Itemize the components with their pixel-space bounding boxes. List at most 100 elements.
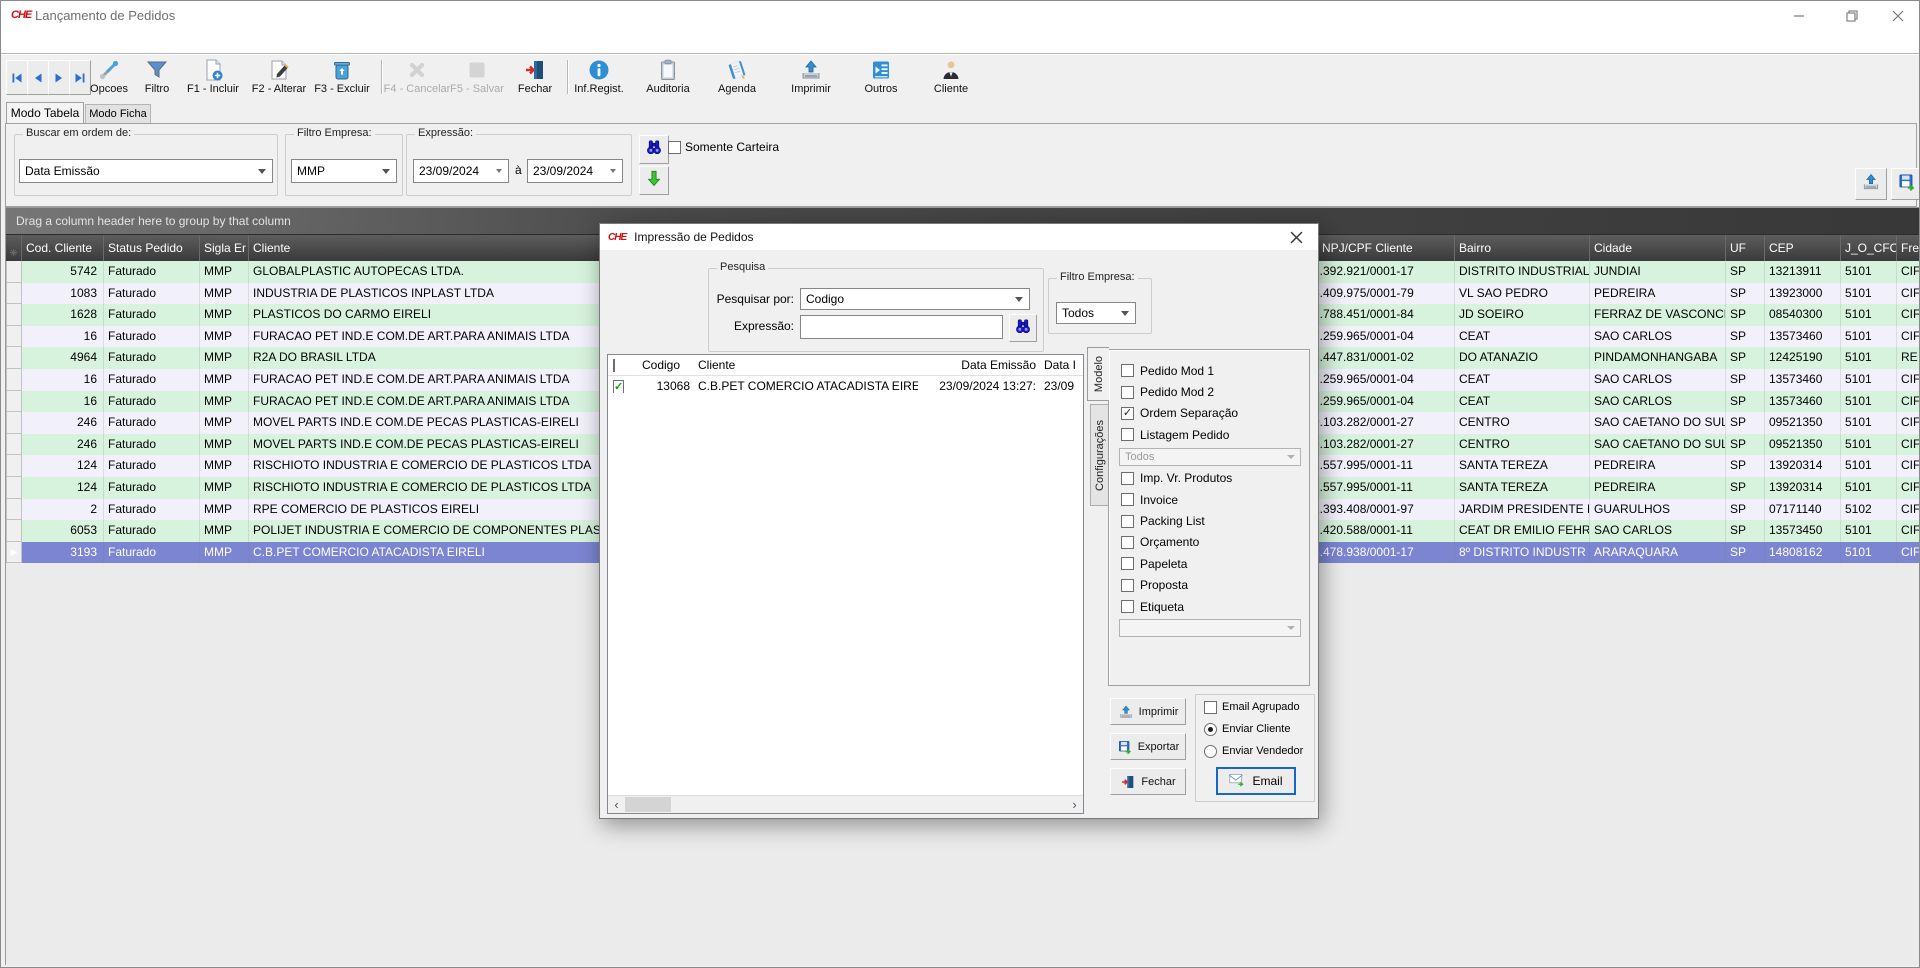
- option-checkbox[interactable]: [1121, 386, 1134, 399]
- enviar-vendedor-radio[interactable]: [1204, 745, 1217, 758]
- option-dropdown: [1119, 619, 1301, 637]
- column-header-uf[interactable]: UF: [1726, 235, 1765, 261]
- row-indicator: [6, 477, 22, 499]
- horizontal-scrollbar[interactable]: ‹ ›: [608, 795, 1083, 813]
- dialog-empresa-select[interactable]: Todos: [1056, 302, 1136, 324]
- email-agrupado-checkbox[interactable]: [1204, 701, 1217, 714]
- option-pedido-mod-1[interactable]: Pedido Mod 1: [1109, 360, 1309, 381]
- option-imp-vr-produtos[interactable]: Imp. Vr. Produtos: [1109, 468, 1309, 489]
- pesquisar-por-select[interactable]: Codigo: [800, 288, 1030, 310]
- option-pedido-mod-2[interactable]: Pedido Mod 2: [1109, 381, 1309, 402]
- expressao-input[interactable]: [800, 315, 1003, 339]
- option-ordem-separa-o[interactable]: ✓Ordem Separação: [1109, 403, 1309, 424]
- cell-cep: 13213911: [1765, 261, 1841, 283]
- close-icon[interactable]: [1274, 224, 1318, 250]
- filtro-empresa-select[interactable]: MMP: [291, 159, 397, 183]
- imprimir-button[interactable]: Imprimir: [1110, 698, 1186, 725]
- export-mini-button[interactable]: [1891, 168, 1920, 200]
- column-header-j-o-cfoi[interactable]: J_O_CFOI: [1841, 235, 1897, 261]
- save-icon: [465, 57, 489, 82]
- minimize-icon[interactable]: [1776, 1, 1822, 31]
- option-checkbox[interactable]: [1121, 536, 1134, 549]
- dialog-column-codigo[interactable]: Codigo: [634, 358, 694, 372]
- email-agrupado-option[interactable]: Email Agrupado: [1196, 697, 1314, 717]
- export-down-button[interactable]: [639, 166, 669, 195]
- tab-modo-ficha[interactable]: Modo Ficha: [85, 104, 151, 123]
- cell-cidade: SAO CARLOS: [1590, 391, 1726, 413]
- column-header-sigla-er[interactable]: Sigla Er: [200, 235, 249, 261]
- option-papeleta[interactable]: Papeleta: [1109, 553, 1309, 574]
- cell-frete: CIF: [1897, 283, 1920, 305]
- exportar-button[interactable]: Exportar: [1110, 733, 1186, 760]
- email-button[interactable]: Email: [1216, 767, 1296, 795]
- dialog-search-button[interactable]: [1009, 314, 1037, 342]
- scroll-right-icon[interactable]: ›: [1066, 796, 1083, 813]
- option-or-amento[interactable]: Orçamento: [1109, 532, 1309, 553]
- cell-cep: 13573450: [1765, 520, 1841, 542]
- scrollbar-thumb[interactable]: [625, 797, 671, 812]
- option-listagem-pedido[interactable]: Listagem Pedido: [1109, 424, 1309, 445]
- dialog-column-data-emiss-o[interactable]: Data Emissão: [918, 358, 1040, 372]
- option-checkbox[interactable]: [1121, 428, 1134, 441]
- toolbar-button-cliente[interactable]: Cliente: [906, 57, 996, 99]
- column-header-status-pedido[interactable]: Status Pedido: [104, 235, 200, 261]
- row-indicator: [6, 412, 22, 434]
- option-proposta[interactable]: Proposta: [1109, 575, 1309, 596]
- option-checkbox[interactable]: [1121, 472, 1134, 485]
- column-header-bairro[interactable]: Bairro: [1455, 235, 1590, 261]
- close-icon[interactable]: [1875, 1, 1920, 31]
- option-checkbox[interactable]: [1121, 493, 1134, 506]
- search-button[interactable]: [639, 135, 669, 164]
- column-header-cod-cliente[interactable]: Cod. Cliente: [22, 235, 104, 261]
- buscar-ordem-select[interactable]: Data Emissão: [19, 159, 273, 183]
- select-all-checkbox[interactable]: [613, 359, 615, 372]
- enviar-cliente-option[interactable]: Enviar Cliente: [1196, 719, 1314, 739]
- somente-carteira-option[interactable]: Somente Carteira: [668, 140, 779, 154]
- column-header-npj-cpf-cliente[interactable]: NPJ/CPF Cliente: [1318, 235, 1455, 261]
- dialog-column-cliente[interactable]: Cliente: [694, 358, 918, 372]
- chevron-down-icon: [1287, 626, 1295, 630]
- tab-strip: Modo Tabela Modo Ficha: [1, 100, 1920, 123]
- scroll-left-icon[interactable]: ‹: [608, 796, 625, 813]
- side-tab-modelo[interactable]: Modelo: [1087, 347, 1109, 401]
- info-icon: [587, 57, 611, 82]
- cell-bairro: CEAT DR EMILIO FEHR: [1455, 520, 1590, 542]
- date-from-field[interactable]: 23/09/2024: [413, 159, 509, 183]
- nav-prev-button[interactable]: [27, 60, 49, 95]
- exit-icon: [523, 57, 547, 82]
- dialog-column-data-i[interactable]: Data I: [1040, 358, 1084, 372]
- option-label: Pedido Mod 1: [1140, 364, 1214, 378]
- option-invoice[interactable]: Invoice: [1109, 489, 1309, 510]
- column-header-cidade[interactable]: Cidade: [1590, 235, 1726, 261]
- fechar-button[interactable]: Fechar: [1110, 768, 1186, 795]
- nav-first-button[interactable]: [6, 60, 28, 95]
- restore-icon[interactable]: [1829, 1, 1875, 31]
- enviar-cliente-radio[interactable]: [1204, 723, 1217, 736]
- save-export-icon: [1897, 172, 1917, 197]
- column-header-cep[interactable]: CEP: [1765, 235, 1841, 261]
- enviar-vendedor-option[interactable]: Enviar Vendedor: [1196, 741, 1314, 761]
- date-to-field[interactable]: 23/09/2024: [527, 159, 623, 183]
- option-checkbox[interactable]: [1121, 515, 1134, 528]
- option-checkbox[interactable]: ✓: [1121, 407, 1134, 420]
- row-checkbox[interactable]: ✓: [613, 380, 624, 393]
- grid-indicator-header[interactable]: [6, 235, 22, 261]
- option-packing-list[interactable]: Packing List: [1109, 510, 1309, 531]
- tab-modo-tabela[interactable]: Modo Tabela: [6, 102, 84, 123]
- trash-icon: [330, 57, 354, 82]
- column-header-fre[interactable]: Fre: [1897, 235, 1920, 261]
- cell-cep: 13573460: [1765, 326, 1841, 348]
- app-logo-icon: CHE: [608, 232, 626, 243]
- option-checkbox[interactable]: [1121, 557, 1134, 570]
- option-checkbox[interactable]: [1121, 364, 1134, 377]
- cell-bairro: VL SAO PEDRO: [1455, 283, 1590, 305]
- cell-cfop: 5101: [1841, 391, 1897, 413]
- cell-frete: CIF: [1897, 261, 1920, 283]
- somente-carteira-checkbox[interactable]: [668, 141, 681, 154]
- side-tab-configuracoes[interactable]: Configurações: [1090, 404, 1108, 506]
- print-mini-button[interactable]: [1855, 168, 1887, 200]
- dialog-list-item[interactable]: ✓13068C.B.PET COMERCIO ATACADISTA EIRELI…: [608, 376, 1083, 396]
- option-checkbox[interactable]: [1121, 579, 1134, 592]
- option-etiqueta[interactable]: Etiqueta: [1109, 596, 1309, 617]
- option-checkbox[interactable]: [1121, 600, 1134, 613]
